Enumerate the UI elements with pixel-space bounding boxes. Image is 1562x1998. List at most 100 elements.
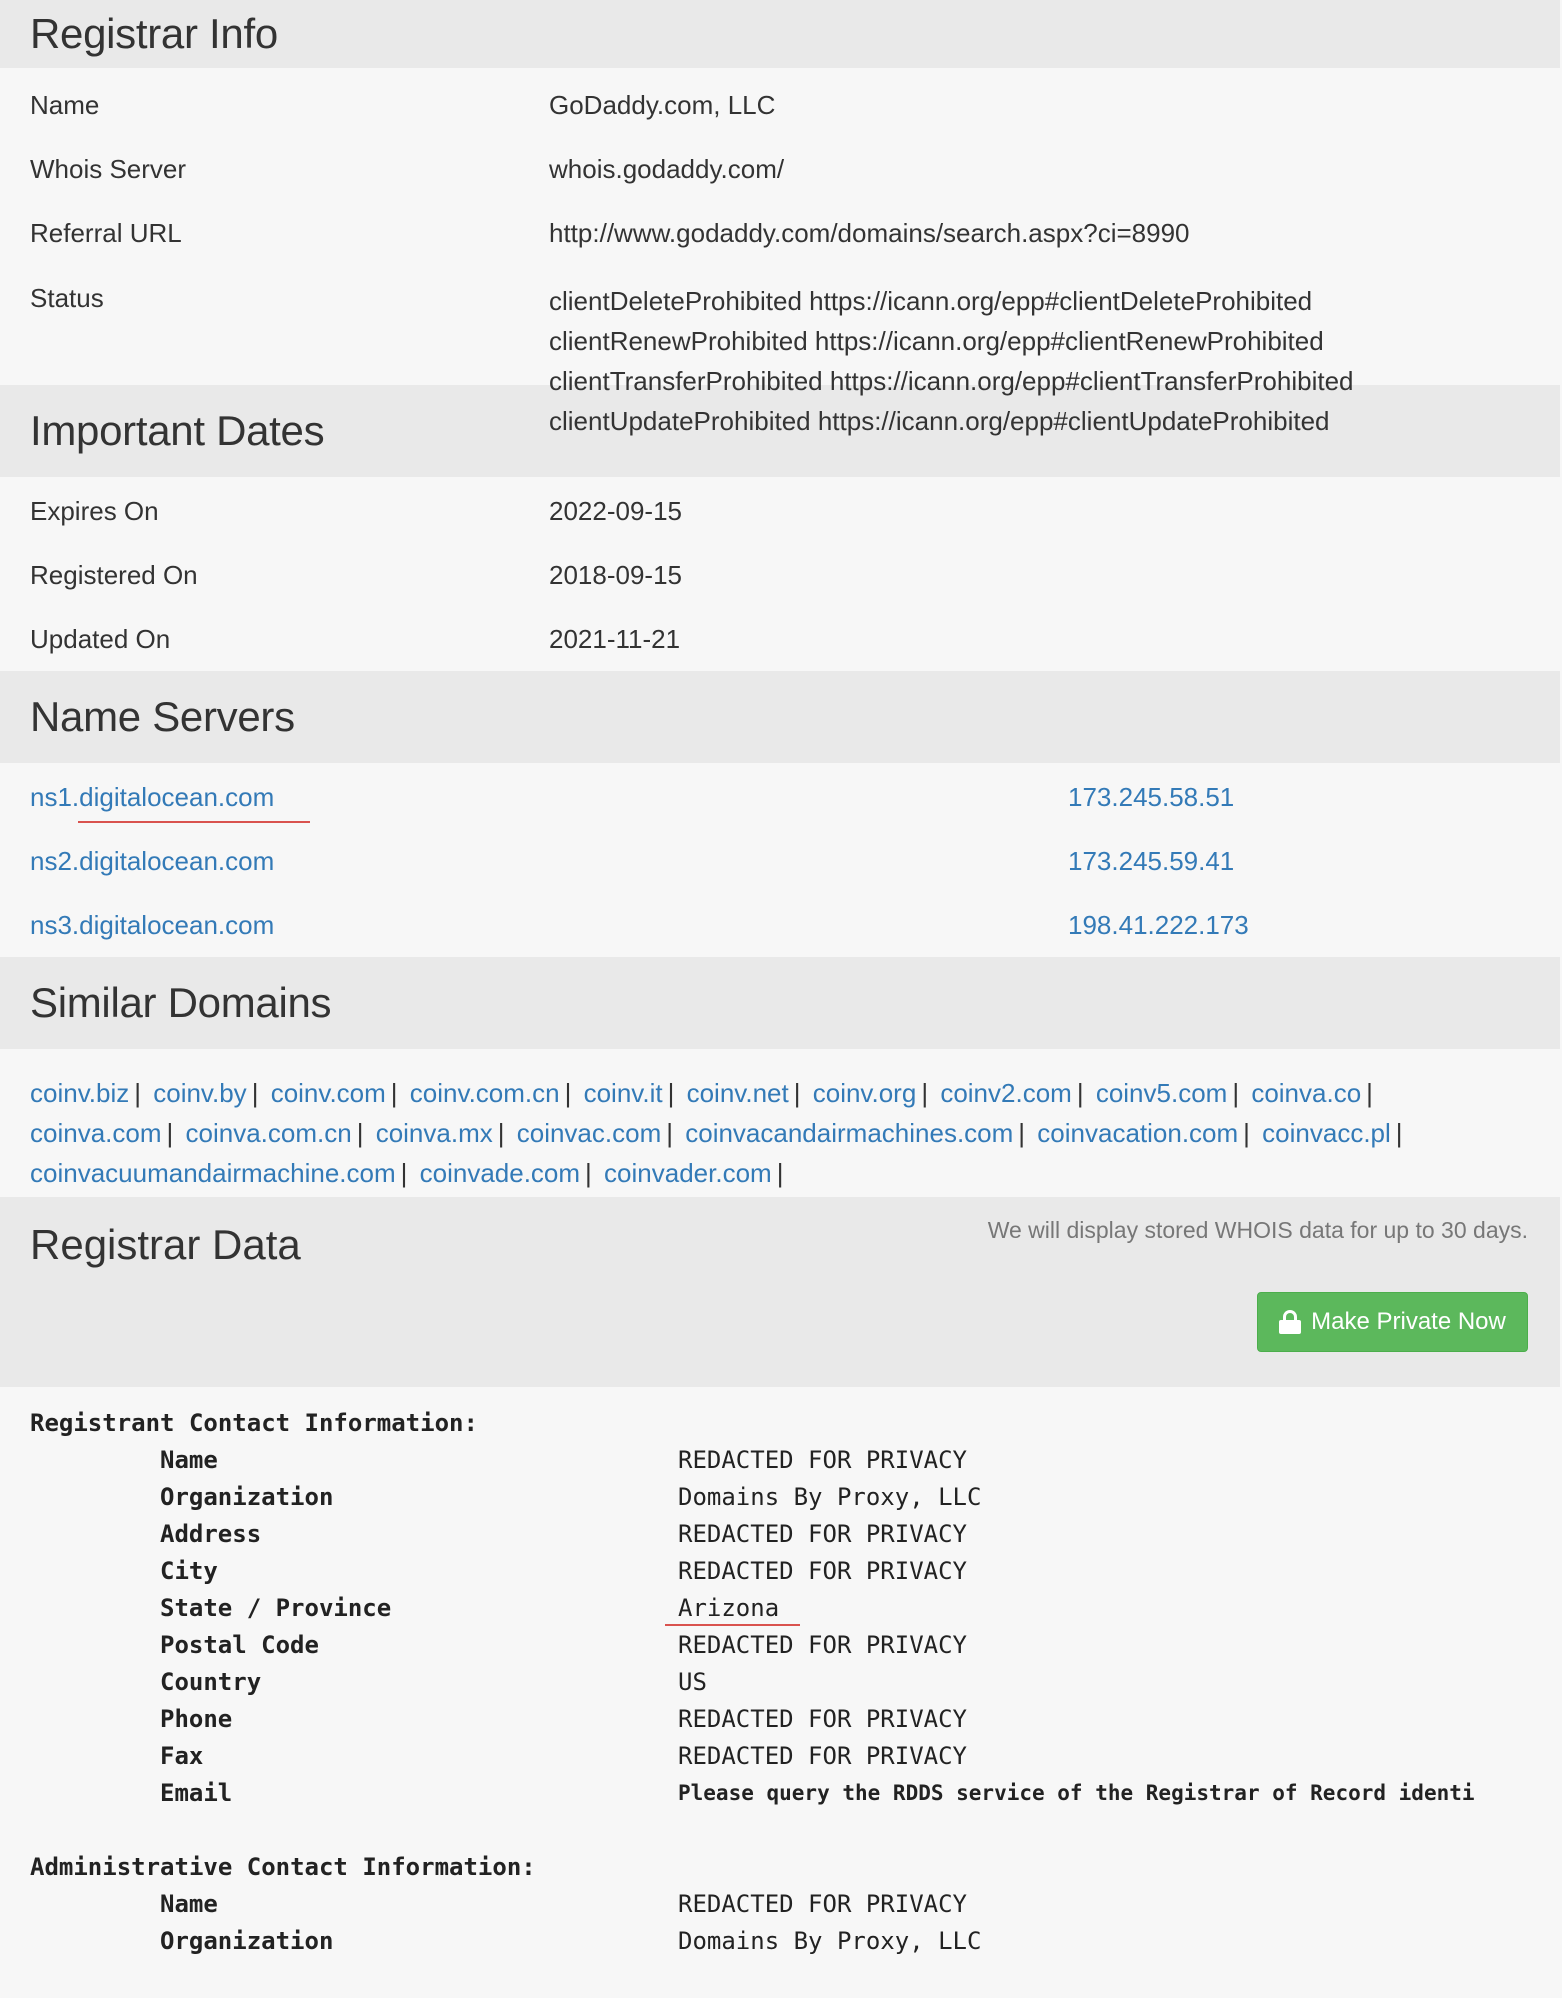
row-label: Registered On bbox=[30, 559, 198, 590]
whois-row: Email Please query the RDDS service of th… bbox=[30, 1775, 1560, 1812]
whois-value: Domains By Proxy, LLC bbox=[678, 1483, 982, 1511]
whois-label: Phone bbox=[160, 1705, 233, 1733]
similar-domain-link[interactable]: coinv.net bbox=[687, 1078, 789, 1108]
registrar-data-header: Registrar Data We will display stored WH… bbox=[0, 1197, 1560, 1387]
separator: | bbox=[497, 1118, 505, 1148]
registrar-info-title: Registrar Info bbox=[30, 10, 278, 57]
referral-url-row: Referral URL http://www.godaddy.com/doma… bbox=[0, 201, 1560, 265]
separator: | bbox=[134, 1078, 141, 1108]
whois-row: Name REDACTED FOR PRIVACY bbox=[30, 1442, 1560, 1479]
separator: | bbox=[667, 1078, 675, 1108]
row-value: http://www.godaddy.com/domains/search.as… bbox=[549, 217, 1190, 248]
separator: | bbox=[1395, 1118, 1403, 1148]
whois-label: Email bbox=[160, 1779, 233, 1807]
whois-value: Please query the RDDS service of the Reg… bbox=[678, 1781, 1475, 1805]
similar-domain-link[interactable]: coinvacuumandairmachine.com bbox=[30, 1158, 396, 1188]
separator: | bbox=[564, 1078, 572, 1108]
whois-row: State / Province Arizona bbox=[30, 1590, 1560, 1627]
annotation-underline bbox=[78, 821, 310, 823]
whois-row: Postal Code REDACTED FOR PRIVACY bbox=[30, 1627, 1560, 1664]
whois-label: Organization bbox=[160, 1483, 334, 1511]
name-server-ip-link[interactable]: 173.245.59.41 bbox=[1068, 846, 1234, 877]
separator: | bbox=[166, 1118, 174, 1148]
separator: | bbox=[793, 1078, 801, 1108]
similar-domain-link[interactable]: coinvacation.com bbox=[1037, 1118, 1238, 1148]
status-line: clientRenewProhibited https://icann.org/… bbox=[549, 326, 1324, 356]
name-server-ip-link[interactable]: 198.41.222.173 bbox=[1068, 910, 1249, 941]
whois-value: US bbox=[678, 1668, 707, 1696]
whois-label: State / Province bbox=[160, 1594, 392, 1622]
similar-domain-link[interactable]: coinv.by bbox=[153, 1078, 246, 1108]
similar-domain-link[interactable]: coinv.com.cn bbox=[410, 1078, 560, 1108]
similar-domains-header: Similar Domains bbox=[0, 957, 1560, 1049]
name-server-host-link[interactable]: ns3.digitalocean.com bbox=[30, 910, 1068, 941]
registrant-title: Registrant Contact Information: bbox=[30, 1409, 478, 1437]
name-server-host-link[interactable]: ns1.digitalocean.com bbox=[30, 782, 1068, 813]
separator: | bbox=[1232, 1078, 1240, 1108]
similar-domain-link[interactable]: coinv.com bbox=[271, 1078, 386, 1108]
similar-domain-link[interactable]: coinv.it bbox=[584, 1078, 663, 1108]
name-server-ip-link[interactable]: 173.245.58.51 bbox=[1068, 782, 1234, 813]
name-server-row: ns3.digitalocean.com 198.41.222.173 bbox=[0, 893, 1560, 957]
registrar-info-body: Name GoDaddy.com, LLC Whois Server whois… bbox=[0, 68, 1560, 437]
whois-value: REDACTED FOR PRIVACY bbox=[678, 1742, 967, 1770]
separator: | bbox=[666, 1118, 673, 1148]
similar-domain-link[interactable]: coinvac.com bbox=[517, 1118, 662, 1148]
similar-domain-link[interactable]: coinvade.com bbox=[420, 1158, 580, 1188]
whois-row: Phone REDACTED FOR PRIVACY bbox=[30, 1701, 1560, 1738]
status-line: clientTransferProhibited https://icann.o… bbox=[549, 366, 1354, 396]
whois-row: Name REDACTED FOR PRIVACY bbox=[30, 1886, 1560, 1923]
separator: | bbox=[356, 1118, 364, 1148]
similar-domain-link[interactable]: coinva.mx bbox=[376, 1118, 493, 1148]
similar-domain-link[interactable]: coinvader.com bbox=[604, 1158, 772, 1188]
name-server-row: ns2.digitalocean.com 173.245.59.41 bbox=[0, 829, 1560, 893]
registrant-rows: Name REDACTED FOR PRIVACY Organization Doma… bbox=[30, 1442, 1560, 1812]
separator: | bbox=[1243, 1118, 1250, 1148]
row-value: GoDaddy.com, LLC bbox=[549, 89, 776, 120]
whois-value: REDACTED FOR PRIVACY bbox=[678, 1631, 967, 1659]
similar-domain-link[interactable]: coinva.com bbox=[30, 1118, 162, 1148]
whois-row: Fax REDACTED FOR PRIVACY bbox=[30, 1738, 1560, 1775]
similar-domain-link[interactable]: coinva.com.cn bbox=[186, 1118, 352, 1148]
similar-domain-link[interactable]: coinv5.com bbox=[1096, 1078, 1228, 1108]
name-server-host-link[interactable]: ns2.digitalocean.com bbox=[30, 846, 1068, 877]
make-private-button[interactable]: Make Private Now bbox=[1257, 1292, 1528, 1352]
name-servers-title: Name Servers bbox=[30, 693, 295, 740]
separator: | bbox=[1366, 1078, 1373, 1108]
similar-domain-link[interactable]: coinvacc.pl bbox=[1262, 1118, 1391, 1148]
similar-domain-link[interactable]: coinvacandairmachines.com bbox=[685, 1118, 1013, 1148]
row-label: Name bbox=[30, 89, 100, 120]
whois-value: REDACTED FOR PRIVACY bbox=[678, 1520, 967, 1548]
separator: | bbox=[390, 1078, 398, 1108]
important-dates-title: Important Dates bbox=[30, 407, 325, 454]
separator: | bbox=[400, 1158, 408, 1188]
similar-domain-link[interactable]: coinva.co bbox=[1251, 1078, 1361, 1108]
whois-value: REDACTED FOR PRIVACY bbox=[678, 1557, 967, 1585]
registered-row: Registered On 2018-09-15 bbox=[0, 543, 1560, 607]
separator: | bbox=[1018, 1118, 1026, 1148]
registrar-data-title: Registrar Data bbox=[30, 1221, 301, 1268]
similar-domains-title: Similar Domains bbox=[30, 979, 332, 1026]
status-lines: clientDeleteProhibited https://icann.org… bbox=[549, 281, 1354, 436]
whois-server-row: Whois Server whois.godaddy.com/ bbox=[0, 137, 1560, 201]
row-label: Updated On bbox=[30, 623, 171, 654]
updated-row: Updated On 2021-11-21 bbox=[0, 607, 1560, 671]
similar-domain-link[interactable]: coinv.org bbox=[813, 1078, 917, 1108]
administrative-rows: Name REDACTED FOR PRIVACY Organization Doma… bbox=[30, 1886, 1560, 1960]
whois-label: Organization bbox=[160, 1927, 334, 1955]
separator: | bbox=[776, 1158, 784, 1188]
similar-domain-link[interactable]: coinv2.com bbox=[940, 1078, 1072, 1108]
whois-label: Postal Code bbox=[160, 1631, 319, 1659]
whois-page: Registrar Info Name GoDaddy.com, LLC Who… bbox=[0, 0, 1560, 1998]
row-label: Referral URL bbox=[30, 217, 182, 248]
similar-domains-list: coinv.biz | coinv.by | coinv.com | coinv.co… bbox=[0, 1049, 1560, 1197]
separator: | bbox=[585, 1158, 592, 1188]
make-private-label: Make Private Now bbox=[1311, 1308, 1506, 1335]
name-servers-header: Name Servers bbox=[0, 671, 1560, 763]
whois-label: City bbox=[160, 1557, 218, 1585]
similar-domain-link[interactable]: coinv.biz bbox=[30, 1078, 129, 1108]
row-value: 2021-11-21 bbox=[549, 623, 681, 654]
whois-value: Domains By Proxy, LLC bbox=[678, 1927, 982, 1955]
row-value: 2018-09-15 bbox=[549, 559, 682, 590]
retention-note: We will display stored WHOIS data for up… bbox=[987, 1217, 1528, 1243]
